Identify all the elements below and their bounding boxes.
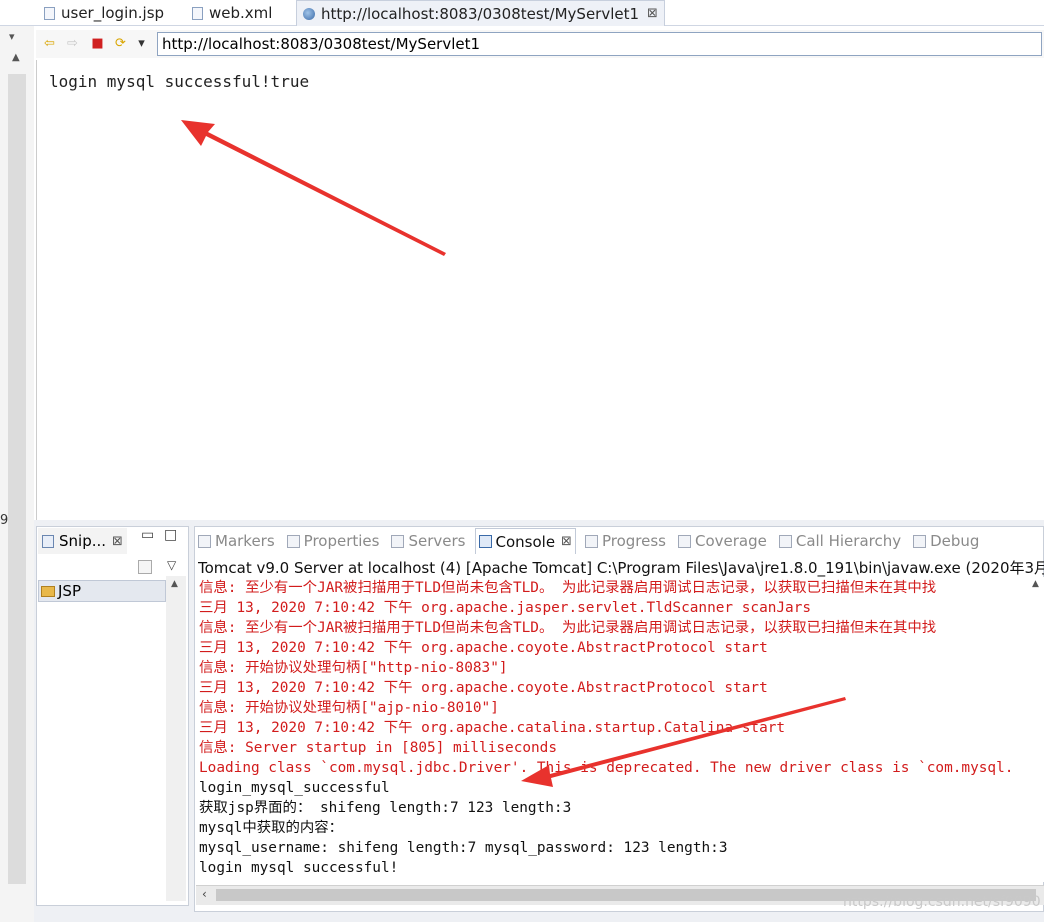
console-line: 信息: 开始协议处理句柄["http-nio-8083"] — [199, 660, 508, 676]
minimize-icon[interactable]: ▭ — [141, 527, 154, 543]
tab-snippets[interactable]: Snip... ⊠ — [38, 528, 127, 554]
tab-servers[interactable]: Servers — [388, 532, 468, 550]
console-line: login_mysql_successful — [199, 780, 390, 796]
tab-label: Progress — [601, 532, 666, 550]
tab-web-xml[interactable]: web.xml — [192, 0, 272, 26]
folder-icon — [41, 585, 55, 597]
snippets-icon — [42, 534, 54, 548]
tab-coverage[interactable]: Coverage — [675, 532, 770, 550]
back-icon[interactable]: ⇦ — [42, 36, 57, 51]
drawer-label: JSP — [58, 582, 81, 600]
tab-properties[interactable]: Properties — [284, 532, 383, 550]
watermark: https://blog.csdn.net/sf9090 — [843, 894, 1041, 910]
stop-icon[interactable]: ■ — [90, 36, 105, 51]
tab-label: Servers — [408, 532, 466, 550]
view-tab-bar: Markers Properties Servers Console ⊠ Prog… — [195, 528, 1044, 554]
scroll-up-icon[interactable]: ▲ — [171, 579, 178, 589]
servers-icon — [391, 534, 405, 548]
tab-label: http://localhost:8083/0308test/MyServlet… — [321, 4, 640, 23]
debug-icon — [913, 534, 927, 548]
console-line: 信息: Server startup in [805] milliseconds — [199, 740, 558, 756]
close-tab-icon[interactable]: ⊠ — [112, 534, 123, 549]
tab-label: web.xml — [209, 4, 273, 22]
editor-tab-bar: user_login.jsp web.xml http://localhost:… — [0, 0, 1044, 26]
snippets-scrollbar[interactable]: ▲ — [166, 576, 186, 901]
close-tab-icon[interactable]: ⊠ — [561, 534, 572, 549]
console-line: 信息: 至少有一个JAR被扫描用于TLD但尚未包含TLD。 为此记录器启用调试日… — [199, 580, 937, 596]
console-line: login mysql successful! — [199, 860, 399, 876]
tab-debug[interactable]: Debug — [910, 532, 982, 550]
console-line: 信息: 开始协议处理句柄["ajp-nio-8010"] — [199, 700, 499, 716]
coverage-icon — [677, 534, 691, 548]
tab-myservlet1-browser[interactable]: http://localhost:8083/0308test/MyServlet… — [296, 0, 665, 26]
scroll-up-icon[interactable]: ▲ — [12, 52, 20, 63]
xml-file-icon — [192, 6, 203, 20]
maximize-icon[interactable]: □ — [164, 527, 177, 543]
scroll-up-icon[interactable]: ▲ — [1032, 579, 1039, 589]
tab-label: Markers — [215, 532, 275, 550]
browser-content — [36, 60, 1044, 520]
tab-label: Call Hierarchy — [795, 532, 902, 550]
left-scroll-track[interactable] — [8, 74, 26, 884]
markers-icon — [198, 534, 211, 548]
console-line: 信息: 至少有一个JAR被扫描用于TLD但尚未包含TLD。 为此记录器启用调试日… — [199, 620, 937, 636]
tab-label: Debug — [930, 532, 980, 550]
console-line: 三月 13, 2020 7:10:42 下午 org.apache.catali… — [199, 720, 786, 736]
tab-markers[interactable]: Markers — [195, 532, 278, 550]
globe-icon — [303, 7, 315, 20]
tab-call-hierarchy[interactable]: Call Hierarchy — [776, 532, 904, 550]
scroll-left-icon[interactable]: ‹ — [202, 887, 207, 901]
forward-icon[interactable]: ⇨ — [65, 36, 80, 51]
view-menu-icon[interactable]: ▽ — [167, 558, 176, 572]
console-line: 三月 13, 2020 7:10:42 下午 org.apache.coyote… — [199, 640, 768, 656]
console-line: 三月 13, 2020 7:10:42 下午 org.apache.coyote… — [199, 680, 768, 696]
console-line: mysql中获取的内容： — [199, 820, 344, 836]
tab-label: user_login.jsp — [61, 4, 165, 22]
url-input[interactable]: http://localhost:8083/0308test/MyServlet… — [157, 32, 1042, 56]
snippet-drawer-jsp[interactable]: JSP — [38, 580, 166, 602]
console-vertical-scrollbar[interactable]: ▲ — [1028, 577, 1044, 882]
properties-icon — [286, 534, 300, 548]
tab-label: Coverage — [694, 532, 767, 550]
console-line: Loading class `com.mysql.jdbc.Driver'. T… — [199, 760, 1014, 776]
tab-label: Console — [495, 532, 556, 551]
console-icon — [478, 535, 492, 548]
close-tab-icon[interactable]: ⊠ — [647, 6, 658, 21]
chevron-down-icon[interactable]: ▾ — [9, 30, 15, 43]
tab-label: Snip... — [59, 532, 107, 550]
tab-console[interactable]: Console ⊠ — [474, 528, 576, 554]
tab-progress[interactable]: Progress — [582, 532, 669, 550]
tab-label: Properties — [303, 532, 380, 550]
progress-icon — [584, 534, 598, 548]
console-line: mysql_username: shifeng length:7 mysql_p… — [199, 840, 728, 856]
call-hierarchy-icon — [778, 534, 792, 548]
customize-icon[interactable] — [138, 560, 152, 574]
console-output[interactable]: 信息: 至少有一个JAR被扫描用于TLD但尚未包含TLD。 为此记录器启用调试日… — [199, 578, 1044, 880]
console-process-title: Tomcat v9.0 Server at localhost (4) [Apa… — [198, 559, 1044, 577]
refresh-icon[interactable]: ⟳ — [113, 36, 128, 51]
jsp-file-icon — [44, 6, 55, 20]
dropdown-icon[interactable]: ▾ — [134, 36, 149, 51]
tab-user-login-jsp[interactable]: user_login.jsp — [44, 0, 164, 26]
console-line: 三月 13, 2020 7:10:42 下午 org.apache.jasper… — [199, 600, 812, 616]
console-line: 获取jsp界面的： shifeng length:7 123 length:3 — [199, 800, 572, 816]
page-text: login mysql successful!true — [49, 72, 310, 91]
